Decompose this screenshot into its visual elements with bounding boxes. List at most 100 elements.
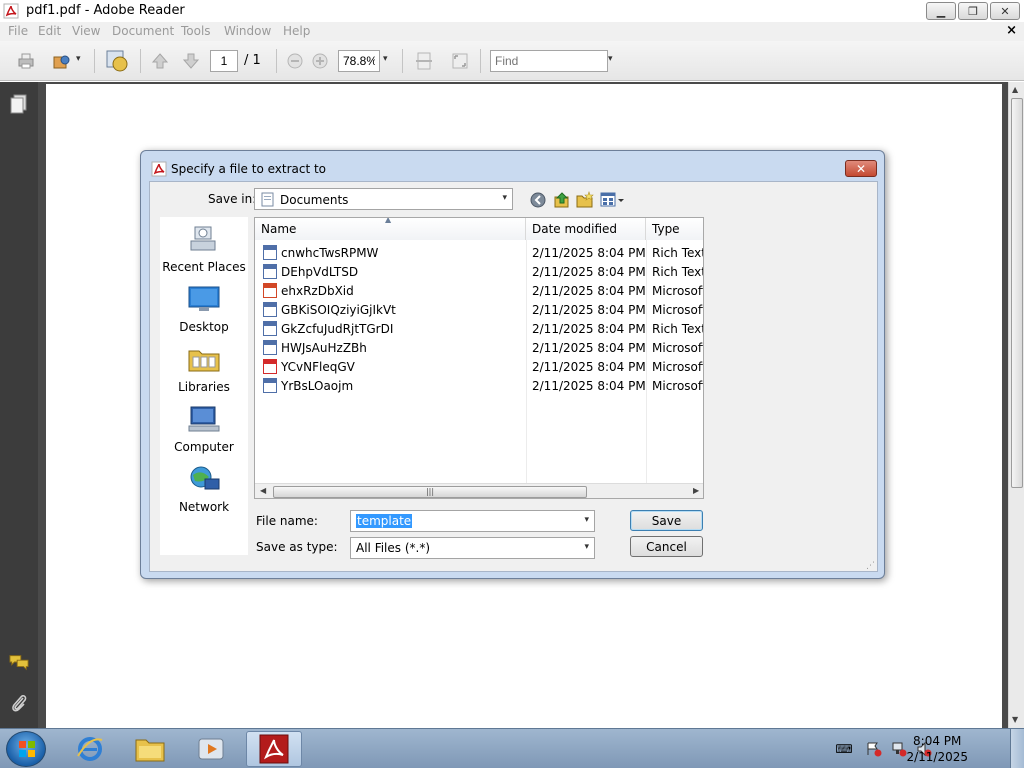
powerpoint-icon bbox=[263, 283, 277, 298]
toolbar-separator bbox=[140, 49, 141, 73]
next-page-icon[interactable] bbox=[181, 51, 201, 71]
table-row[interactable]: DEhpVdLTSD 2/11/2025 8:04 PM Rich Text bbox=[255, 262, 703, 281]
file-name-input[interactable]: template ▾ bbox=[350, 510, 595, 532]
new-folder-icon[interactable] bbox=[576, 191, 594, 209]
column-header-date[interactable]: Date modified bbox=[526, 218, 646, 240]
page-number-input[interactable] bbox=[210, 50, 238, 72]
zoom-out-icon[interactable] bbox=[285, 51, 305, 71]
file-list: Name ▲ Date modified Type cnwhcTwsRPMW 2/… bbox=[254, 217, 704, 499]
scroll-right-icon[interactable]: ▶ bbox=[693, 486, 699, 495]
save-in-dropdown[interactable]: Documents ▾ bbox=[254, 188, 513, 210]
column-header-name[interactable]: Name ▲ bbox=[255, 218, 526, 240]
scrollbar-thumb[interactable]: ||| bbox=[273, 486, 587, 498]
menu-tools[interactable]: Tools bbox=[181, 24, 211, 38]
place-network[interactable]: Network bbox=[160, 465, 248, 514]
table-row[interactable]: HWJsAuHzZBh 2/11/2025 8:04 PM Microsoft bbox=[255, 338, 703, 357]
full-screen-icon[interactable] bbox=[450, 51, 470, 71]
place-recent-places[interactable]: Recent Places bbox=[160, 225, 248, 274]
computer-icon bbox=[188, 406, 220, 432]
close-window-button[interactable]: ✕ bbox=[990, 2, 1020, 20]
taskbar-media-player[interactable] bbox=[183, 731, 239, 767]
file-type: Rich Text bbox=[652, 322, 704, 336]
file-type: Microsoft bbox=[652, 284, 704, 298]
scroll-left-icon[interactable]: ◀ bbox=[260, 486, 266, 495]
file-date: 2/11/2025 8:04 PM bbox=[532, 322, 646, 336]
file-name-label: File name: bbox=[256, 514, 318, 528]
save-icon[interactable] bbox=[52, 51, 72, 71]
menu-view[interactable]: View bbox=[72, 24, 100, 38]
menu-file[interactable]: File bbox=[8, 24, 28, 38]
horizontal-scrollbar[interactable]: ◀ ||| ▶ bbox=[255, 483, 703, 498]
find-input[interactable] bbox=[490, 50, 608, 72]
previous-page-icon[interactable] bbox=[150, 51, 170, 71]
place-libraries[interactable]: Libraries bbox=[160, 345, 248, 394]
folder-icon bbox=[135, 739, 165, 762]
scroll-up-icon[interactable]: ▲ bbox=[1012, 85, 1018, 94]
comments-icon[interactable] bbox=[9, 652, 29, 672]
minimize-button[interactable]: ▁ bbox=[926, 2, 956, 20]
menu-window[interactable]: Window bbox=[224, 24, 271, 38]
menu-help[interactable]: Help bbox=[283, 24, 310, 38]
excel-icon bbox=[263, 359, 277, 374]
back-icon[interactable] bbox=[530, 192, 546, 208]
file-name: YrBsLOaojm bbox=[281, 379, 354, 393]
resize-grip-icon[interactable]: ⋰ bbox=[866, 561, 875, 571]
sort-ascending-icon: ▲ bbox=[385, 217, 392, 224]
save-button[interactable]: Save bbox=[630, 510, 703, 531]
collaborate-icon[interactable] bbox=[104, 48, 130, 74]
find-dropdown-icon[interactable]: ▾ bbox=[608, 54, 613, 64]
up-folder-icon[interactable] bbox=[553, 191, 571, 209]
maximize-button[interactable]: ❐ bbox=[958, 2, 988, 20]
scroll-down-icon[interactable]: ▼ bbox=[1012, 715, 1018, 724]
pages-icon[interactable] bbox=[9, 94, 29, 114]
show-desktop-button[interactable] bbox=[1010, 729, 1024, 768]
zoom-in-icon[interactable] bbox=[310, 51, 330, 71]
save-as-type-dropdown[interactable]: All Files (*.*) ▾ bbox=[350, 537, 595, 559]
fit-page-icon[interactable] bbox=[414, 51, 434, 71]
cancel-button[interactable]: Cancel bbox=[630, 536, 703, 557]
zoom-level-input[interactable] bbox=[338, 50, 380, 72]
table-row[interactable]: ehxRzDbXid 2/11/2025 8:04 PM Microsoft bbox=[255, 281, 704, 300]
menu-document[interactable]: Document bbox=[112, 24, 174, 38]
keyboard-icon[interactable]: ⌨ bbox=[835, 741, 852, 757]
table-row[interactable]: GkZcfuJudRjtTGrDI 2/11/2025 8:04 PM Rich T… bbox=[255, 319, 704, 338]
view-menu-icon[interactable] bbox=[600, 192, 626, 208]
system-clock[interactable]: 8:04 PM 2/11/2025 bbox=[906, 733, 968, 765]
documents-folder-icon bbox=[261, 192, 274, 207]
column-date-label: Date modified bbox=[532, 222, 618, 236]
place-computer[interactable]: Computer bbox=[160, 405, 248, 454]
print-icon[interactable] bbox=[16, 51, 36, 71]
save-dropdown-icon[interactable]: ▾ bbox=[76, 54, 81, 64]
table-row[interactable]: YrBsLOaojm 2/11/2025 8:04 PM Microsoft bbox=[255, 376, 703, 395]
action-center-icon[interactable] bbox=[866, 741, 882, 757]
place-desktop[interactable]: Desktop bbox=[160, 285, 248, 334]
taskbar-adobe-reader[interactable] bbox=[246, 731, 302, 767]
taskbar-file-explorer[interactable] bbox=[122, 731, 178, 767]
toolbar: ▾ / 1 ▾ ▾ bbox=[0, 41, 1024, 81]
media-player-icon bbox=[198, 738, 224, 760]
toolbar-separator bbox=[276, 49, 277, 73]
network-icon bbox=[190, 466, 220, 490]
vertical-scrollbar[interactable]: ▲ ▼ bbox=[1008, 82, 1024, 728]
dialog-close-button[interactable]: ✕ bbox=[845, 160, 877, 177]
close-icon: ✕ bbox=[855, 161, 867, 176]
taskbar-internet-explorer[interactable] bbox=[62, 731, 118, 767]
taskbar: ⌨ 8:04 PM 2/11/2025 bbox=[0, 728, 1024, 768]
scrollbar-thumb[interactable] bbox=[1011, 98, 1023, 488]
word-doc-icon bbox=[263, 321, 277, 336]
word-doc-icon bbox=[263, 264, 277, 279]
attachments-icon[interactable] bbox=[9, 694, 29, 714]
menu-edit[interactable]: Edit bbox=[38, 24, 61, 38]
start-button[interactable] bbox=[6, 731, 46, 767]
network-tray-icon[interactable] bbox=[891, 741, 907, 757]
file-date: 2/11/2025 8:04 PM bbox=[532, 284, 646, 298]
column-header-type[interactable]: Type bbox=[646, 218, 703, 240]
file-type: Microsoft bbox=[652, 303, 704, 317]
close-document-button[interactable]: × bbox=[1006, 23, 1017, 38]
table-row[interactable]: YCvNFleqGV 2/11/2025 8:04 PM Microsoft bbox=[255, 357, 703, 376]
file-date: 2/11/2025 8:04 PM bbox=[532, 341, 646, 355]
table-row[interactable]: cnwhcTwsRPMW 2/11/2025 8:04 PM Rich Text bbox=[255, 243, 703, 262]
table-row[interactable]: GBKiSOIQziyiGjIkVt 2/11/2025 8:04 PM Micro… bbox=[255, 300, 704, 319]
zoom-dropdown-icon[interactable]: ▾ bbox=[383, 54, 388, 64]
file-name: ehxRzDbXid bbox=[281, 284, 354, 298]
